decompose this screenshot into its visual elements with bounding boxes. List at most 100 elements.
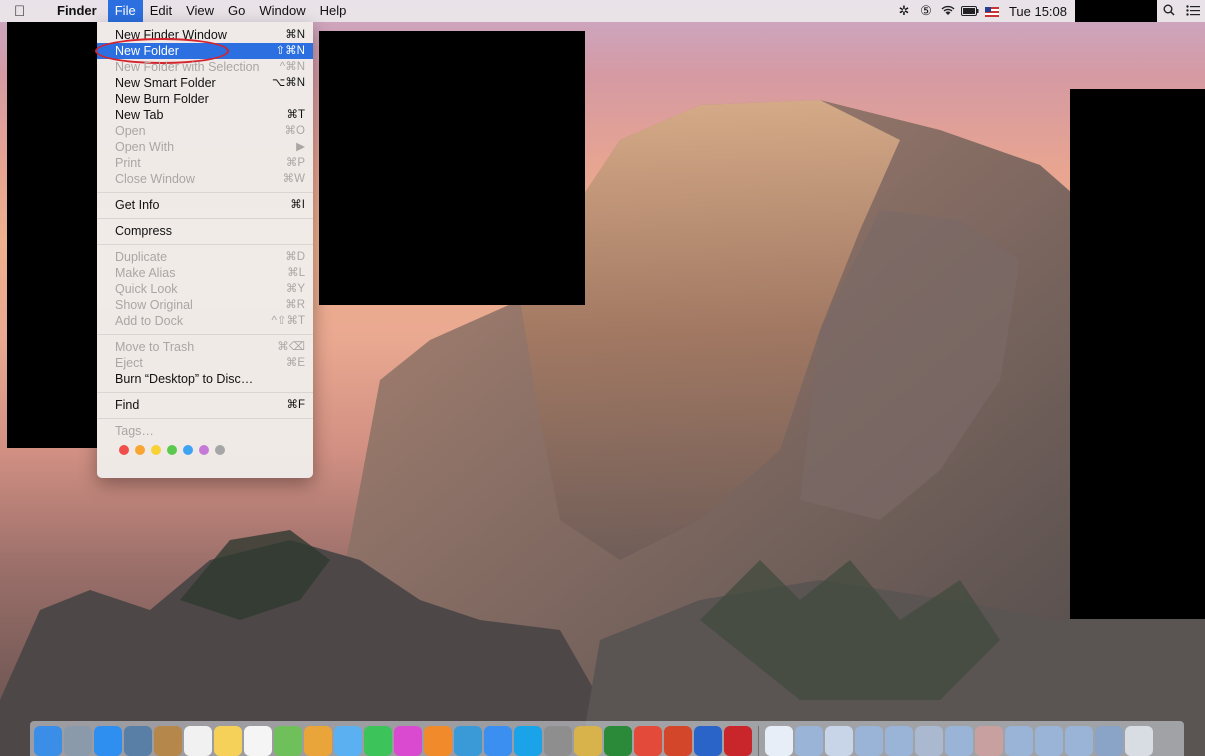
photos-icon[interactable] <box>304 726 332 756</box>
menu-item-label: Get Info <box>115 198 160 212</box>
menubar-clock[interactable]: Tue 15:08 <box>1009 4 1067 19</box>
menu-item-shortcut: ⌘N <box>285 29 305 41</box>
app-icon[interactable] <box>574 726 602 756</box>
menu-item-shortcut: ⌘D <box>285 251 305 263</box>
tag-color-picker <box>97 439 313 455</box>
spotlight-search-icon[interactable] <box>1157 4 1181 19</box>
menu-item-new-finder-window[interactable]: New Finder Window ⌘N <box>97 27 313 43</box>
menu-window[interactable]: Window <box>252 0 312 22</box>
xcode-icon[interactable] <box>454 726 482 756</box>
tag-color-dot[interactable] <box>199 445 209 455</box>
document-icon[interactable] <box>1065 726 1093 756</box>
tag-color-dot[interactable] <box>135 445 145 455</box>
finder-icon[interactable] <box>34 726 62 756</box>
document-icon[interactable] <box>915 726 943 756</box>
notification-center-icon[interactable] <box>1181 4 1205 19</box>
menu-item-burn-desktop-to-disc[interactable]: Burn “Desktop” to Disc… <box>97 371 313 387</box>
notes-icon[interactable] <box>214 726 242 756</box>
trash-icon[interactable] <box>1125 726 1153 756</box>
menu-item-find[interactable]: Find ⌘F <box>97 397 313 413</box>
document-icon[interactable] <box>945 726 973 756</box>
menu-go[interactable]: Go <box>221 0 252 22</box>
document-icon[interactable] <box>1095 726 1123 756</box>
menu-separator <box>97 217 313 219</box>
safari-icon[interactable] <box>94 726 122 756</box>
facetime-icon[interactable] <box>364 726 392 756</box>
menu-item-label: Open <box>115 124 146 138</box>
menu-item-label: Move to Trash <box>115 340 195 354</box>
menu-item-eject: Eject ⌘E <box>97 355 313 371</box>
wifi-icon[interactable] <box>937 4 959 19</box>
us-flag-icon[interactable] <box>981 4 1003 19</box>
file-menu-dropdown: New Finder Window ⌘N New Folder ⇧⌘N New Fold… <box>95 22 313 478</box>
menu-item-label: Quick Look <box>115 282 178 296</box>
menu-item-add-to-dock: Add to Dock ^⇧⌘T <box>97 313 313 329</box>
menu-item-shortcut: ⌘R <box>285 299 305 311</box>
menu-item-new-tab[interactable]: New Tab ⌘T <box>97 107 313 123</box>
menu-item-get-info[interactable]: Get Info ⌘I <box>97 197 313 213</box>
menu-view[interactable]: View <box>179 0 221 22</box>
menu-item-new-smart-folder[interactable]: New Smart Folder ⌥⌘N <box>97 75 313 91</box>
menu-item-shortcut: ⌘T <box>286 109 305 121</box>
menu-item-label: Make Alias <box>115 266 176 280</box>
menu-item-close-window: Close Window ⌘W <box>97 171 313 187</box>
clipboard-icon[interactable]: ⑤ <box>915 3 937 19</box>
tag-color-dot[interactable] <box>167 445 177 455</box>
status-area: ✲ ⑤ Tue 15:08 <box>893 0 1205 22</box>
menu-item-label: Compress <box>115 224 172 238</box>
word-icon[interactable] <box>694 726 722 756</box>
document-icon[interactable] <box>885 726 913 756</box>
preview-icon[interactable] <box>124 726 152 756</box>
menu-separator <box>97 333 313 335</box>
contacts-icon[interactable] <box>154 726 182 756</box>
document-icon[interactable] <box>795 726 823 756</box>
tag-color-dot[interactable] <box>183 445 193 455</box>
powerpoint-icon[interactable] <box>664 726 692 756</box>
tag-color-dot[interactable] <box>119 445 129 455</box>
app-store-icon[interactable] <box>484 726 512 756</box>
menu-item-compress[interactable]: Compress <box>97 223 313 239</box>
launchpad-icon[interactable] <box>64 726 92 756</box>
menu-separator <box>97 417 313 419</box>
document-icon[interactable] <box>765 726 793 756</box>
document-icon[interactable] <box>855 726 883 756</box>
menu-edit[interactable]: Edit <box>143 0 179 22</box>
reminders-icon[interactable] <box>244 726 272 756</box>
menu-item-new-burn-folder[interactable]: New Burn Folder <box>97 91 313 107</box>
apple-logo-icon[interactable]:  <box>14 3 30 20</box>
menu-item-move-to-trash: Move to Trash ⌘⌫ <box>97 339 313 355</box>
menu-item-print: Print ⌘P <box>97 155 313 171</box>
document-icon[interactable] <box>825 726 853 756</box>
menu-item-label: New Folder with Selection <box>115 60 260 74</box>
battery-icon[interactable] <box>959 4 981 19</box>
tag-color-dot[interactable] <box>215 445 225 455</box>
redacted-area-left <box>7 22 97 448</box>
settings-gear-icon[interactable]: ✲ <box>893 3 915 19</box>
menu-item-shortcut: ⌘I <box>290 199 305 211</box>
tag-color-dot[interactable] <box>151 445 161 455</box>
messages-icon[interactable] <box>334 726 362 756</box>
calendar-icon[interactable] <box>184 726 212 756</box>
menu-item-shortcut: ⌥⌘N <box>271 77 305 89</box>
maps-icon[interactable] <box>274 726 302 756</box>
menu-item-label: Print <box>115 156 141 170</box>
menu-item-label: Close Window <box>115 172 195 186</box>
menu-item-label: Burn “Desktop” to Disc… <box>115 372 254 386</box>
document-icon[interactable] <box>1005 726 1033 756</box>
menu-item-label: Eject <box>115 356 143 370</box>
filezilla-icon[interactable] <box>724 726 752 756</box>
menu-bar:  Finder File Edit View Go Window Help ✲… <box>0 0 1205 22</box>
document-icon[interactable] <box>1035 726 1063 756</box>
menu-item-label: Find <box>115 398 140 412</box>
itunes-icon[interactable] <box>394 726 422 756</box>
excel-icon[interactable] <box>604 726 632 756</box>
system-preferences-icon[interactable] <box>544 726 572 756</box>
document-icon[interactable] <box>975 726 1003 756</box>
menu-app-finder[interactable]: Finder <box>50 0 108 22</box>
skype-icon[interactable] <box>514 726 542 756</box>
menu-help[interactable]: Help <box>313 0 354 22</box>
chrome-icon[interactable] <box>634 726 662 756</box>
ibooks-icon[interactable] <box>424 726 452 756</box>
menu-item-new-folder[interactable]: New Folder ⇧⌘N <box>95 38 313 64</box>
menu-file[interactable]: File <box>107 0 143 22</box>
